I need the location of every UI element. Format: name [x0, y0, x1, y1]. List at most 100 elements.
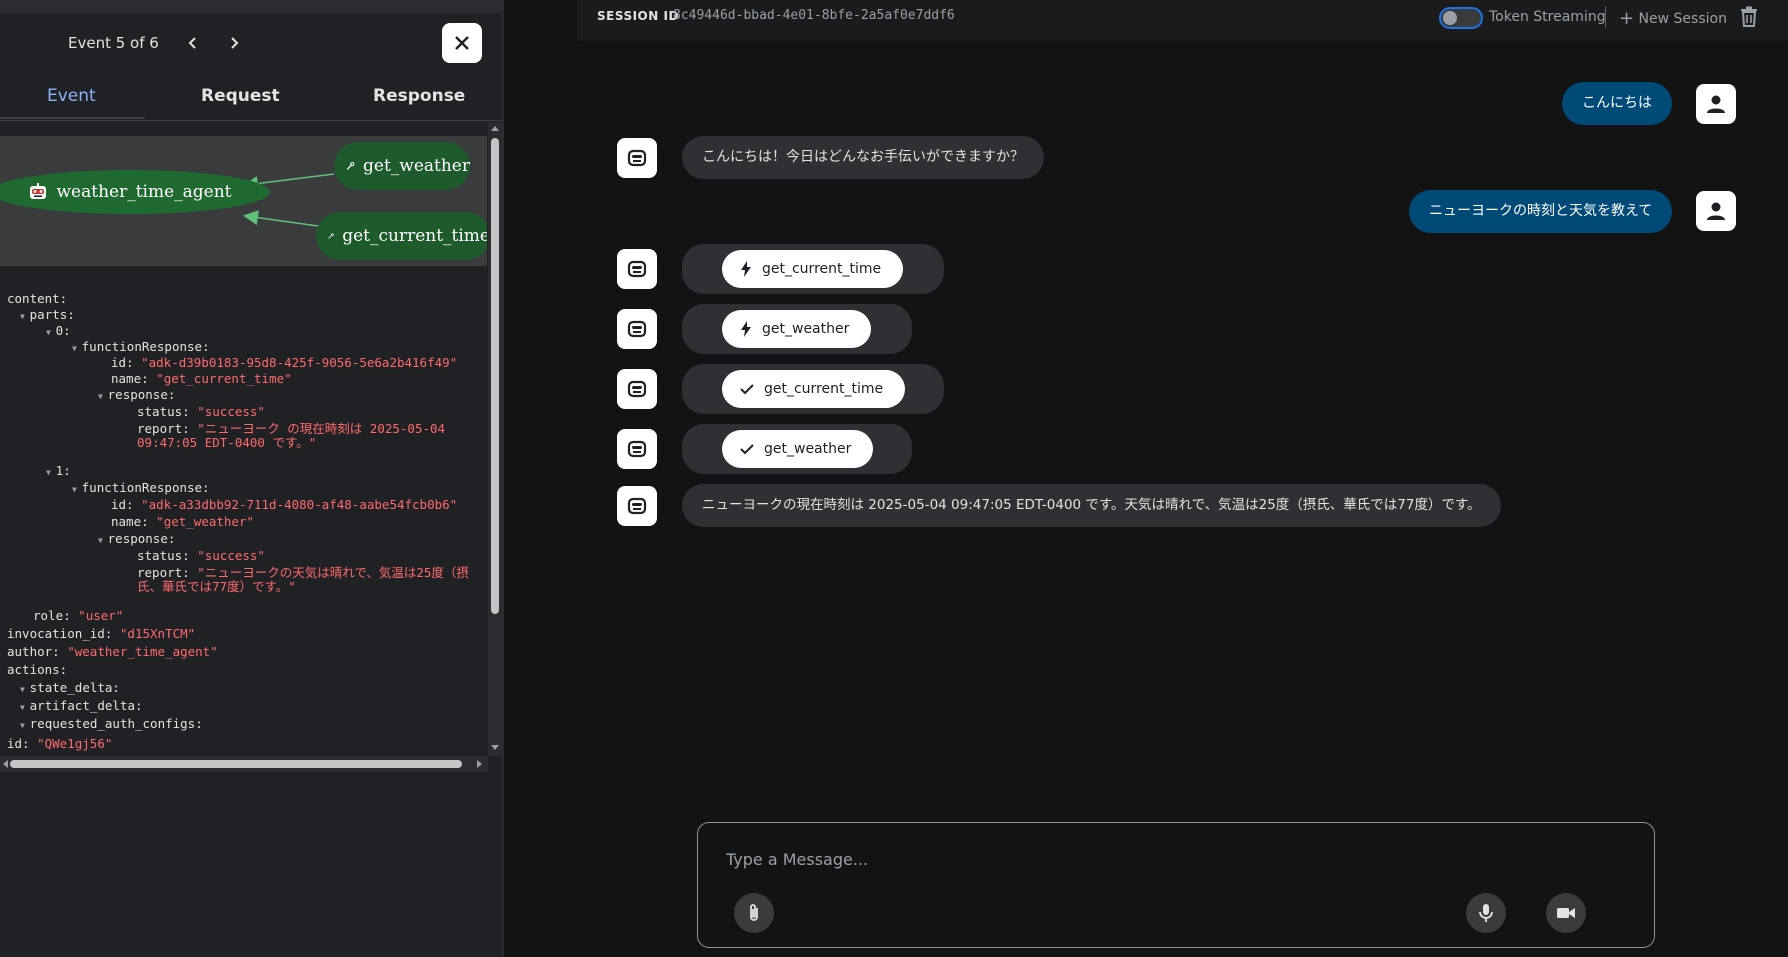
bot-message: こんにちは！今日はどんなお手伝いができますか？ [682, 136, 1044, 179]
attach-button[interactable] [734, 893, 774, 933]
bot-avatar [617, 309, 657, 349]
session-id-label: SESSION ID [597, 9, 679, 23]
function-name: get_weather [762, 321, 850, 337]
json-line: name: "get_weather" [111, 514, 255, 529]
bolt-icon [741, 321, 751, 337]
tool-node-label: get_current_time [342, 226, 487, 246]
function-response-chip[interactable]: get_weather [722, 430, 874, 468]
tab-request[interactable]: Request [201, 86, 280, 106]
close-panel-button[interactable] [442, 23, 482, 63]
agent-node-label: weather_time_agent [56, 182, 232, 202]
microphone-button[interactable] [1466, 893, 1506, 933]
robot-icon [627, 497, 647, 515]
json-line: 氏、華氏では77度）です。" [137, 579, 296, 594]
function-response-message: get_current_time [682, 364, 944, 414]
json-line[interactable]: ▼ response: [98, 387, 175, 404]
edge-get-current-time [243, 210, 319, 227]
wrench-icon [328, 233, 334, 239]
paperclip-icon [750, 904, 758, 921]
scroll-left-icon[interactable] [1, 760, 9, 768]
user-avatar [1696, 191, 1736, 231]
token-streaming-toggle[interactable] [1439, 7, 1483, 29]
user-message: ニューヨークの時刻と天気を教えて [1409, 190, 1673, 233]
tab-indicator [0, 117, 145, 119]
plus-icon: + [1619, 8, 1635, 29]
json-line[interactable]: ▼ functionResponse: [72, 339, 210, 356]
json-line: author: "weather_time_agent" [7, 644, 218, 659]
function-call-message: get_current_time [682, 244, 944, 294]
check-icon [740, 384, 754, 395]
json-line[interactable]: ▼ response: [98, 531, 175, 548]
agent-node[interactable]: weather_time_agent [0, 170, 270, 214]
header-separator [1605, 6, 1606, 28]
json-line: 09:47:05 EDT-0400 です。" [137, 435, 317, 450]
robot-icon [627, 380, 647, 398]
tab-event[interactable]: Event [47, 86, 96, 106]
function-response-message: get_weather [682, 424, 912, 474]
bot-avatar [617, 486, 657, 526]
token-streaming-label: Token Streaming [1489, 9, 1606, 25]
robot-icon [30, 183, 47, 199]
json-line[interactable]: ▼ requested_auth_configs: [20, 716, 203, 733]
person-icon [1707, 202, 1725, 220]
delete-session-icon[interactable] [1739, 6, 1759, 28]
person-icon [1707, 95, 1725, 113]
tool-node-get-current-time[interactable]: get_current_time [316, 212, 487, 260]
scrollbar-thumb[interactable] [10, 760, 462, 768]
bot-message: ニューヨークの現在時刻は 2025-05-04 09:47:05 EDT-040… [682, 484, 1501, 527]
function-call-chip[interactable]: get_current_time [722, 250, 904, 288]
tool-node-get-weather[interactable]: get_weather [334, 142, 470, 190]
json-line: id: "adk-a33dbb92-711d-4080-af48-aabe54f… [111, 497, 458, 512]
new-session-button[interactable]: + New Session [1619, 8, 1727, 29]
json-line: id: "QWe1gj56" [7, 736, 113, 751]
function-name: get_weather [764, 441, 852, 457]
user-message: こんにちは [1562, 82, 1672, 125]
chevron-right-icon [231, 37, 239, 49]
video-camera-icon [1557, 908, 1575, 918]
tab-response[interactable]: Response [373, 86, 465, 106]
robot-icon [627, 149, 647, 167]
event-tabs: Event Request Response [0, 78, 502, 121]
json-line: id: "adk-d39b0183-95d8-425f-9056-5e6a2b4… [111, 355, 458, 370]
robot-icon [627, 440, 647, 458]
user-avatar [1696, 84, 1736, 124]
json-line[interactable]: ▼ 0: [46, 323, 71, 340]
bolt-icon [741, 261, 751, 277]
json-horizontal-scrollbar[interactable] [0, 756, 488, 772]
event-json-tree: content: ▼ parts: ▼ 0: ▼ functionRespons… [0, 266, 487, 756]
json-line[interactable]: ▼ artifact_delta: [20, 698, 143, 715]
session-header: SESSION ID 8c49446d-bbad-4e01-8bfe-2a5af… [577, 0, 1788, 41]
json-line: status: "success" [137, 404, 265, 419]
robot-icon [627, 260, 647, 278]
json-line[interactable]: ▼ functionResponse: [72, 480, 210, 497]
microphone-icon [1479, 904, 1493, 922]
json-line: report: "ニューヨーク の現在時刻は 2025-05-04 [137, 421, 446, 436]
camera-button[interactable] [1546, 893, 1586, 933]
function-name: get_current_time [762, 261, 882, 277]
scrollbar-thumb[interactable] [491, 138, 499, 614]
close-icon [455, 36, 469, 50]
agent-graph: weather_time_agent get_weather get_curre… [0, 136, 487, 266]
panel-divider[interactable] [502, 0, 504, 957]
function-call-chip[interactable]: get_weather [722, 310, 872, 348]
function-response-chip[interactable]: get_current_time [722, 370, 906, 408]
json-line[interactable]: ▼ 1: [46, 463, 71, 480]
message-composer [697, 822, 1655, 948]
json-line: invocation_id: "d15XnTCM" [7, 626, 196, 641]
json-line[interactable]: ▼ parts: [20, 307, 75, 324]
scroll-down-icon[interactable] [491, 744, 499, 752]
wrench-icon [346, 162, 355, 170]
next-event-button[interactable] [221, 30, 247, 56]
robot-icon [627, 320, 647, 338]
json-line: name: "get_current_time" [111, 371, 292, 386]
event-counter: Event 5 of 6 [68, 34, 159, 52]
message-input[interactable] [724, 849, 1608, 870]
prev-event-button[interactable] [180, 30, 206, 56]
json-vertical-scrollbar[interactable] [488, 122, 502, 756]
json-line: actions: [7, 662, 68, 677]
json-line[interactable]: ▼ state_delta: [20, 680, 120, 697]
toggle-knob [1443, 11, 1457, 25]
scroll-up-icon[interactable] [491, 124, 499, 132]
session-id-value: 8c49446d-bbad-4e01-8bfe-2a5af0e7ddf6 [673, 8, 955, 23]
scroll-right-icon[interactable] [476, 760, 484, 768]
